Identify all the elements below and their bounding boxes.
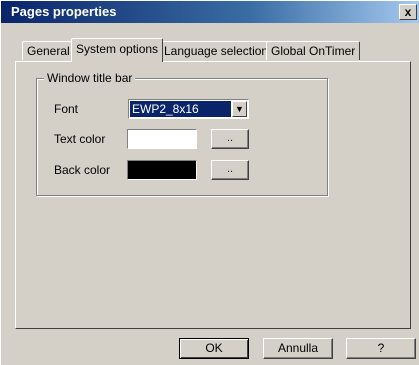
- tab-global-ontimer[interactable]: Global OnTimer: [266, 41, 361, 60]
- text-color-pick-button[interactable]: ..: [211, 129, 249, 149]
- tab-system-options[interactable]: System options: [71, 38, 164, 62]
- tab-general[interactable]: General: [22, 41, 75, 60]
- font-select-value: EWP2_8x16: [130, 101, 231, 117]
- chevron-down-icon[interactable]: ▼: [232, 101, 247, 117]
- dialog-window: Pages properties x General System option…: [0, 0, 419, 365]
- text-color-swatch: [127, 129, 197, 149]
- window-title-bar-group: Window title bar Font EWP2_8x16 ▼ Text c…: [36, 71, 328, 196]
- back-color-swatch: [127, 160, 197, 180]
- title-bar[interactable]: Pages properties: [1, 1, 419, 23]
- close-button[interactable]: x: [399, 4, 417, 20]
- font-select[interactable]: EWP2_8x16 ▼: [128, 99, 249, 119]
- ok-button[interactable]: OK: [179, 338, 249, 359]
- group-title: Window title bar: [44, 71, 136, 85]
- back-color-pick-button[interactable]: ..: [211, 160, 249, 180]
- window-title: Pages properties: [11, 4, 117, 19]
- cancel-button[interactable]: Annulla: [263, 338, 333, 359]
- tab-panel: Window title bar Font EWP2_8x16 ▼ Text c…: [15, 61, 411, 329]
- tab-language-selection[interactable]: Language selection: [159, 41, 274, 60]
- help-button[interactable]: ?: [346, 338, 416, 359]
- text-color-label: Text color: [54, 132, 106, 146]
- font-label: Font: [54, 102, 79, 116]
- back-color-label: Back color: [54, 163, 111, 177]
